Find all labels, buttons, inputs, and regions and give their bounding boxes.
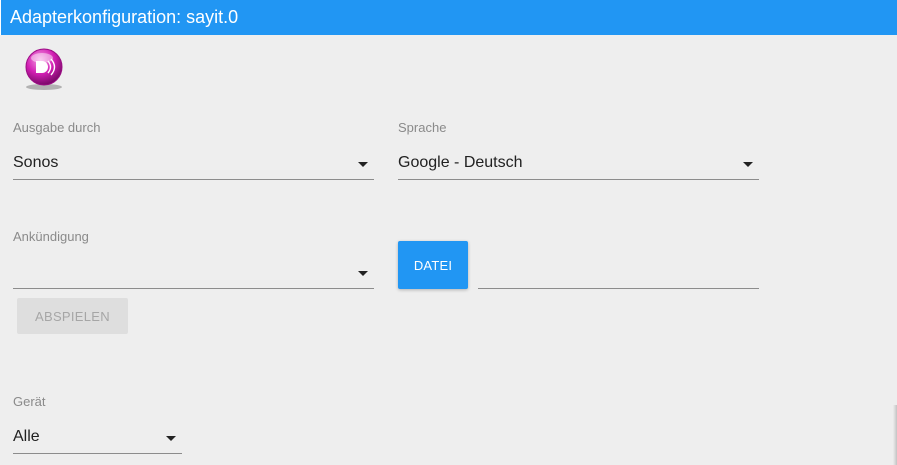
ausgabe-select[interactable]: Sonos xyxy=(13,148,374,180)
adapter-config-panel: Ausgabe durch Sonos Sprache Google - Deu… xyxy=(0,35,897,465)
sprache-select[interactable]: Google - Deutsch xyxy=(398,148,759,180)
window-title: Adapterkonfiguration: sayit.0 xyxy=(0,0,897,35)
sprache-value: Google - Deutsch xyxy=(398,154,523,171)
sprache-label: Sprache xyxy=(398,120,447,135)
chevron-down-icon xyxy=(358,162,368,167)
ausgabe-value: Sonos xyxy=(13,154,59,171)
geraet-value: Alle xyxy=(13,428,40,445)
chevron-down-icon xyxy=(358,271,368,276)
chevron-down-icon xyxy=(166,436,176,441)
abspielen-button[interactable]: ABSPIELEN xyxy=(17,298,128,334)
chevron-down-icon xyxy=(743,162,753,167)
ankuendigung-label: Ankündigung xyxy=(13,229,89,244)
ankuendigung-select[interactable] xyxy=(13,257,374,289)
datei-path-field[interactable] xyxy=(478,257,759,289)
window-edge-shadow xyxy=(893,405,897,465)
datei-button[interactable]: DATEI xyxy=(398,241,468,289)
geraet-label: Gerät xyxy=(13,394,46,409)
geraet-select[interactable]: Alle xyxy=(13,422,182,454)
ausgabe-label: Ausgabe durch xyxy=(13,120,101,135)
sayit-logo-icon xyxy=(22,47,66,91)
